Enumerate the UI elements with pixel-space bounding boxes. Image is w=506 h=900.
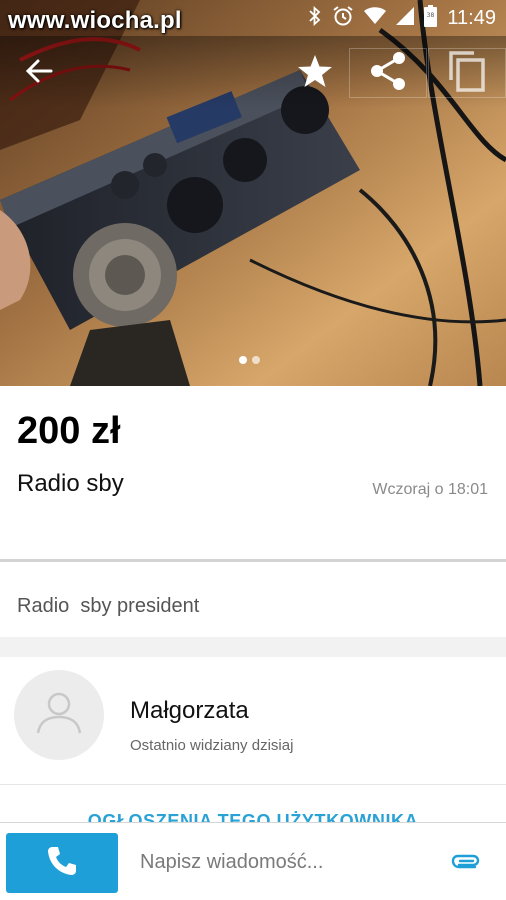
svg-text:38: 38 <box>427 12 435 19</box>
page-dot <box>252 356 260 364</box>
share-icon <box>369 51 407 96</box>
page-dot-active <box>239 356 247 364</box>
copy-icon <box>448 50 486 97</box>
clock: 11:49 <box>447 6 496 29</box>
status-icons: 38 11:49 <box>308 4 496 32</box>
seller-last-seen: Ostatnio widziany dzisiaj <box>130 737 294 754</box>
back-button[interactable] <box>14 48 64 98</box>
seller-name: Małgorzata <box>130 697 249 724</box>
photo-page-indicator <box>239 356 260 364</box>
attach-button[interactable] <box>450 848 484 878</box>
listing-title: Radio sby <box>17 470 124 497</box>
avatar[interactable] <box>14 670 104 760</box>
alarm-icon <box>332 5 354 32</box>
arrow-left-icon <box>25 58 53 89</box>
user-placeholder-icon <box>34 691 84 740</box>
phone-icon <box>46 845 78 882</box>
listing-description: Radio sby president <box>0 575 506 637</box>
watermark-text: www.wiocha.pl <box>8 7 182 34</box>
contact-bar: Napisz wiadomość... <box>0 822 506 900</box>
signal-icon <box>396 6 415 30</box>
seller-card[interactable]: Małgorzata Ostatnio widziany dzisiaj <box>0 657 506 785</box>
call-button[interactable] <box>6 833 118 893</box>
listing-date: Wczoraj o 18:01 <box>372 481 488 498</box>
listing-price: 200 zł <box>17 410 121 452</box>
paperclip-icon <box>451 851 483 876</box>
status-bar: www.wiocha.pl 38 11:49 <box>0 0 506 36</box>
favorite-button[interactable] <box>292 48 338 98</box>
bluetooth-icon <box>308 5 322 31</box>
wifi-icon <box>364 6 387 30</box>
description-text: Radio sby president <box>17 595 200 617</box>
section-divider <box>0 637 506 657</box>
copy-button[interactable] <box>428 48 506 98</box>
message-input[interactable]: Napisz wiadomość... <box>140 851 323 874</box>
share-button[interactable] <box>349 48 427 98</box>
battery-icon: 38 <box>424 4 438 32</box>
star-icon <box>297 54 333 93</box>
